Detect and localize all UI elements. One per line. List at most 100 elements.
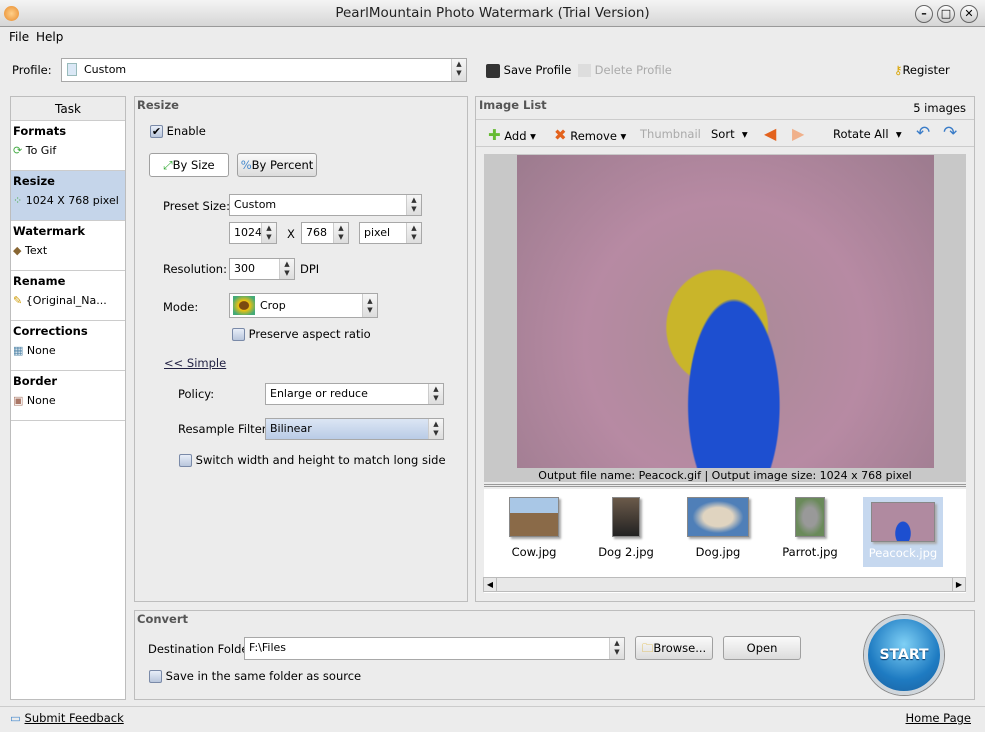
task-title: Watermark [13,224,86,238]
resolution-spinner[interactable]: 300 ▲ ▼ [229,258,295,280]
browse-button[interactable]: 🗀Browse... [635,636,713,660]
sort-label: Sort [711,127,735,141]
same-folder-checkbox[interactable]: Save in the same folder as source [149,669,361,683]
convert-panel: Convert Destination Folder: F:\Files ▲ ▼ 🗀… [134,610,975,700]
unit-select[interactable]: pixel ▲ ▼ [359,222,422,244]
home-page-link[interactable]: Home Page [906,711,971,725]
minimize-button[interactable]: – [915,5,933,23]
task-resize[interactable]: Resize ⁘ 1024 X 768 pixel [11,171,125,221]
profile-select[interactable]: Custom ▲ ▼ [61,58,467,82]
menu-file[interactable]: File [9,30,29,44]
by-size-label: By Size [172,158,215,172]
image-count: 5 images [913,101,966,115]
scroll-left-icon[interactable]: ◀ [484,578,497,591]
enable-checkbox[interactable]: ✔ Enable [150,124,206,138]
convert-icon: ⟳ [13,144,23,157]
window-title: PearlMountain Photo Watermark (Trial Ver… [335,5,650,21]
thumbnail-cow[interactable]: Cow.jpg [498,497,570,567]
destination-value: F:\Files [249,641,287,654]
maximize-button[interactable]: □ [937,5,955,23]
task-corrections[interactable]: Corrections ▦ None [11,321,125,371]
close-button[interactable]: ✕ [960,5,978,23]
destination-folder-select[interactable]: F:\Files ▲ ▼ [244,637,625,660]
delete-icon [578,64,591,77]
image-list-header: Image List [479,98,547,112]
task-title: Resize [13,174,55,188]
rotate-left-icon[interactable]: ↶ [916,123,930,143]
splitter[interactable] [484,484,966,487]
remove-label: Remove [570,129,617,143]
preview-area: Output file name: Peacock.gif | Output i… [484,154,966,482]
document-icon [67,63,77,76]
image-toolbar: ✚ Add ▾ ✖ Remove ▾ Thumbnail Sort ▾ ◀ ▶ … [476,119,974,147]
task-panel: Task Formats ⟳ To Gif Resize ⁘ 1024 X 768 … [10,96,126,700]
resize-icon: ⁘ [13,194,23,207]
percent-icon: % [240,158,252,172]
simple-link[interactable]: << Simple [164,356,226,370]
width-value: 1024 [234,226,262,239]
delete-profile-button[interactable]: Delete Profile [578,63,672,77]
thumbnail-label: Dog 2.jpg [598,545,654,559]
save-profile-button[interactable]: Save Profile [486,63,571,78]
open-button[interactable]: Open [723,636,801,660]
menu-help[interactable]: Help [36,30,63,44]
unit-value: pixel [364,226,391,239]
submit-feedback-label: Submit Feedback [24,711,124,725]
status-bar: ▭ Submit Feedback Home Page [0,706,985,732]
by-size-button[interactable]: ⤢By Size [149,153,229,177]
move-right-icon[interactable]: ▶ [792,124,804,143]
thumbnail-dog2[interactable]: Dog 2.jpg [590,497,662,567]
resize-arrow-icon: ⤢ [163,158,173,172]
sort-button[interactable]: Sort ▾ [711,127,748,141]
corrections-icon: ▦ [13,344,24,357]
thumbnail-button[interactable]: Thumbnail [640,127,701,141]
task-rename[interactable]: Rename ✎ {Original_Na... [11,271,125,321]
preserve-aspect-checkbox[interactable]: Preserve aspect ratio [232,327,371,341]
add-button[interactable]: ✚ Add ▾ [488,126,536,144]
thumbnail-scrollbar[interactable]: ◀ ▶ [483,577,966,592]
preview-caption: Output file name: Peacock.gif | Output i… [538,469,912,482]
x-separator: X [287,227,295,241]
submit-feedback-link[interactable]: ▭ Submit Feedback [10,711,124,725]
register-button[interactable]: ⚷Register [894,63,950,77]
switch-dimensions-checkbox[interactable]: Switch width and height to match long si… [179,453,446,467]
add-label: Add [504,129,527,143]
move-left-icon[interactable]: ◀ [764,124,776,143]
by-percent-button[interactable]: %By Percent [237,153,317,177]
task-value: To Gif [25,144,57,157]
resize-panel: Resize ✔ Enable ⤢By Size %By Percent Pre… [134,96,468,602]
preset-label: Preset Size: [163,199,230,213]
width-spinner[interactable]: 1024 ▲ ▼ [229,222,277,244]
resample-filter-value: Bilinear [270,422,312,435]
task-formats[interactable]: Formats ⟳ To Gif [11,121,125,171]
rotate-all-button[interactable]: Rotate All ▾ [833,127,902,141]
task-watermark[interactable]: Watermark ◆ Text [11,221,125,271]
by-percent-label: By Percent [251,158,314,172]
policy-value: Enlarge or reduce [270,387,368,400]
task-value: None [26,394,56,407]
save-profile-label: Save Profile [503,63,572,77]
switch-dimensions-label: Switch width and height to match long si… [195,453,446,467]
scroll-right-icon[interactable]: ▶ [952,578,965,591]
task-header: Task [11,97,125,121]
sunflower-icon [233,296,255,315]
height-spinner[interactable]: 768 ▲ ▼ [301,222,349,244]
task-border[interactable]: Border ▣ None [11,371,125,421]
mode-select[interactable]: Crop ▲ ▼ [229,293,378,318]
remove-button[interactable]: ✖ Remove ▾ [554,126,626,144]
resample-filter-select[interactable]: Bilinear ▲ ▼ [265,418,444,440]
border-icon: ▣ [13,394,24,407]
policy-label: Policy: [178,387,215,401]
preset-value: Custom [234,198,277,211]
browse-label: Browse... [653,641,707,655]
start-button[interactable]: START [864,615,944,695]
task-value: Text [24,244,48,257]
thumbnail-peacock[interactable]: Peacock.jpg [863,497,943,567]
thumbnail-parrot[interactable]: Parrot.jpg [774,497,846,567]
preset-select[interactable]: Custom ▲ ▼ [229,194,422,216]
thumbnail-label: Dog.jpg [695,545,741,559]
rotate-right-icon[interactable]: ↷ [943,123,957,143]
destination-label: Destination Folder: [148,642,257,656]
policy-select[interactable]: Enlarge or reduce ▲ ▼ [265,383,444,405]
thumbnail-dog[interactable]: Dog.jpg [682,497,754,567]
